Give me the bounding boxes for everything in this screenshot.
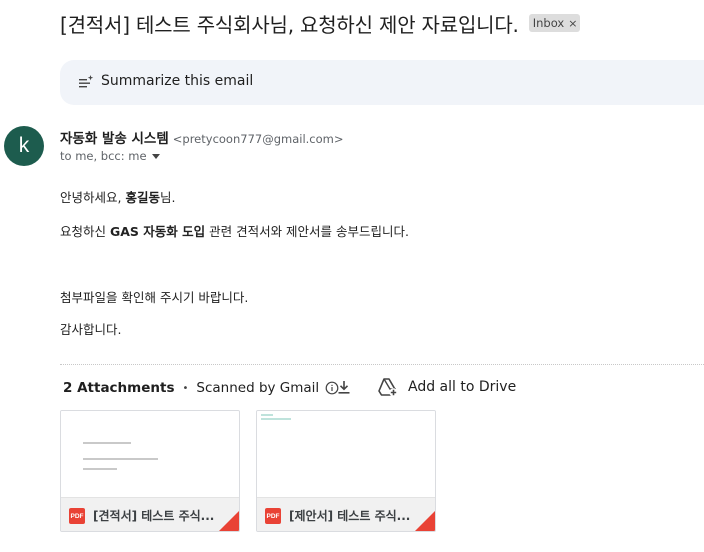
attachment-card[interactable]: PDF [제안서] 테스트 주식... [256,410,436,532]
attachments-header: 2 Attachments • Scanned by Gmail [63,378,339,398]
add-to-drive-icon[interactable] [377,377,399,397]
preview-text-line [83,468,117,470]
pdf-corner-fold-icon [415,511,435,531]
show-details-caret-icon[interactable] [151,154,160,159]
remove-label-icon[interactable]: × [568,17,577,30]
preview-text-line [83,458,158,460]
attachment-preview [257,411,435,497]
inbox-label-chip[interactable]: Inbox × [528,14,581,32]
sender-email: <pretycoon777@gmail.com> [172,132,344,146]
attachment-footer: PDF [견적서] 테스트 주식... [61,497,239,531]
sender-name[interactable]: 자동화 발송 시스템 [60,127,169,147]
request-bold: GAS 자동화 도입 [109,224,206,239]
attachment-card[interactable]: PDF [견적서] 테스트 주식... [60,410,240,532]
body-line-check-attachments: 첨부파일을 확인해 주시기 바랍니다. [60,290,249,305]
recipients-line[interactable]: to me, bcc: me [60,149,160,163]
summarize-label: Summarize this email [101,73,254,89]
attachments-divider [60,364,704,365]
add-all-to-drive-label[interactable]: Add all to Drive [408,379,516,395]
attachment-file-name: [견적서] 테스트 주식... [93,509,215,523]
pdf-icon: PDF [265,508,281,524]
preview-text-line [261,418,291,420]
download-all-icon[interactable] [336,379,352,395]
body-line-request: 요청하신 GAS 자동화 도입 관련 견적서와 제안서를 송부드립니다. [60,221,409,240]
preview-text-line [83,442,131,444]
sender-avatar[interactable]: k [4,126,44,166]
separator-dot: • [182,382,189,394]
email-subject-row: [견적서] 테스트 주식회사님, 요청하신 제안 자료입니다. Inbox × [60,6,581,40]
preview-text-line [261,414,273,416]
summarize-email-button[interactable]: Summarize this email [60,60,704,105]
request-suffix: 관련 견적서와 제안서를 송부드립니다. [205,224,409,239]
greeting-prefix: 안녕하세요, [60,190,126,205]
attachments-count: 2 Attachments [63,380,175,396]
pdf-corner-fold-icon [219,511,239,531]
sparkle-lines-icon [79,75,94,88]
scanned-by-gmail: Scanned by Gmail [196,380,320,396]
pdf-icon: PDF [69,508,85,524]
inbox-label-text: Inbox [532,16,565,30]
attachment-file-name: [제안서] 테스트 주식... [289,509,411,523]
greeting-suffix: 님. [159,190,176,205]
sender-line: 자동화 발송 시스템 <pretycoon777@gmail.com> [60,127,344,147]
greeting-name: 홍길동 [125,190,160,205]
recipients-text: to me, bcc: me [60,149,147,163]
attachment-footer: PDF [제안서] 테스트 주식... [257,497,435,531]
attachment-preview [61,411,239,497]
request-prefix: 요청하신 [60,224,110,239]
email-subject: [견적서] 테스트 주식회사님, 요청하신 제안 자료입니다. [60,12,519,37]
body-line-thanks: 감사합니다. [60,322,122,337]
body-greeting: 안녕하세요, 홍길동님. [60,187,175,206]
